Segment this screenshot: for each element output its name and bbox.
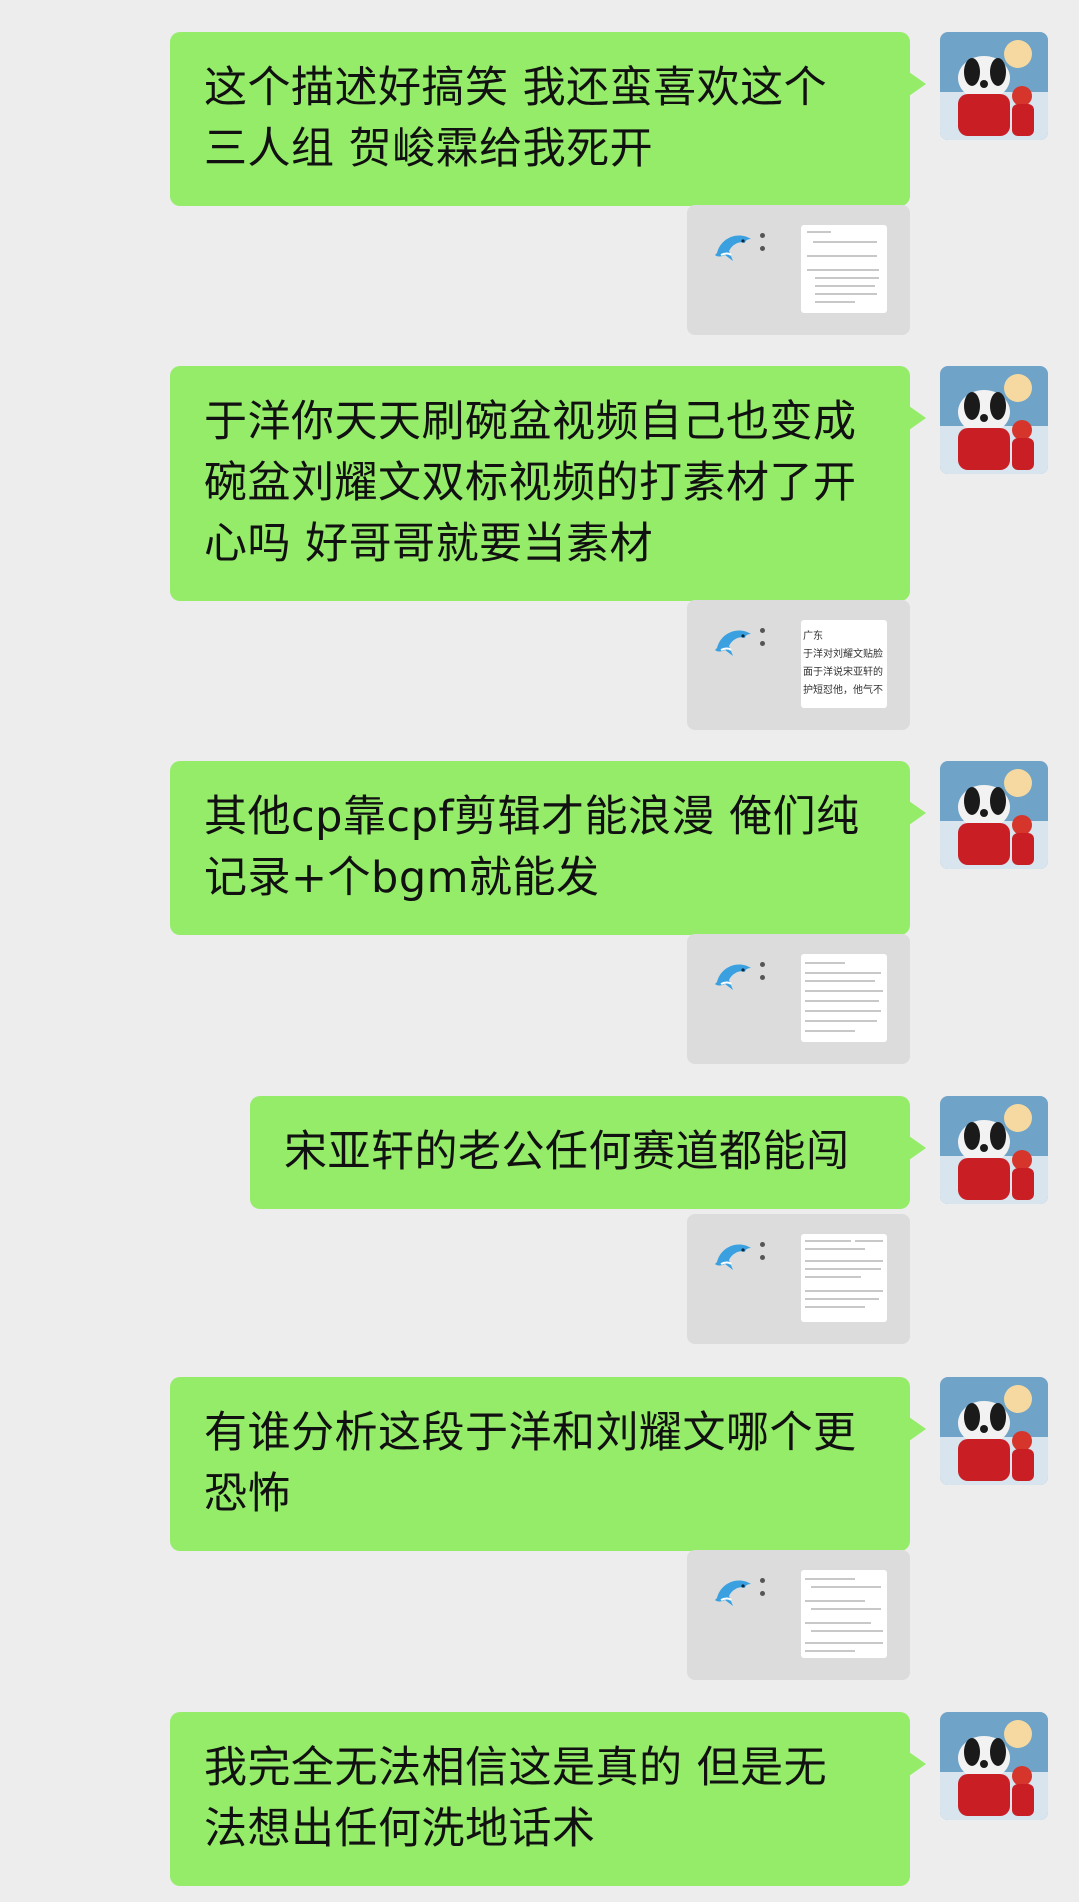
message-bubble[interactable]: 这个描述好搞笑 我还蛮喜欢这个 三人组 贺峻霖给我死开 bbox=[170, 32, 926, 206]
more-dots-icon bbox=[760, 962, 766, 990]
image-card[interactable]: 广东 于洋对刘耀文贴脸 面于洋说宋亚轩的 护短怼他，他气不 bbox=[687, 600, 910, 730]
message-bubble[interactable]: 宋亚轩的老公任何赛道都能闯 bbox=[250, 1096, 926, 1209]
more-dots-icon bbox=[760, 233, 766, 261]
thumbnail-text: 于洋对刘耀文贴脸 bbox=[803, 649, 883, 660]
avatar[interactable] bbox=[940, 761, 1048, 869]
avatar[interactable] bbox=[940, 32, 1048, 140]
avatar[interactable] bbox=[940, 366, 1048, 474]
dolphin-icon bbox=[715, 235, 751, 261]
chat-view: 这个描述好搞笑 我还蛮喜欢这个 三人组 贺峻霖给我死开 于洋你天天刷碗盆视频自己… bbox=[0, 0, 1079, 1902]
avatar[interactable] bbox=[940, 1096, 1048, 1204]
dolphin-icon bbox=[715, 1580, 751, 1606]
message-line: 碗盆刘耀文双标视频的打素材了开 bbox=[204, 458, 857, 508]
dolphin-icon bbox=[715, 630, 751, 656]
message-line: 其他cp靠cpf剪辑才能浪漫 俺们纯 bbox=[204, 792, 860, 842]
dolphin-icon bbox=[715, 1244, 751, 1270]
message-line: 这个描述好搞笑 我还蛮喜欢这个 bbox=[204, 63, 828, 113]
message-line: 心吗 好哥哥就要当素材 bbox=[204, 519, 654, 569]
image-thumbnail[interactable]: 广东 于洋对刘耀文贴脸 面于洋说宋亚轩的 护短怼他，他气不 bbox=[801, 620, 887, 708]
thumbnail-text: 面于洋说宋亚轩的 bbox=[803, 667, 883, 678]
message-bubble[interactable]: 其他cp靠cpf剪辑才能浪漫 俺们纯 记录+个bgm就能发 bbox=[170, 761, 926, 935]
more-dots-icon bbox=[760, 1578, 766, 1606]
message-bubble[interactable]: 有谁分析这段于洋和刘耀文哪个更 恐怖 bbox=[170, 1377, 926, 1551]
image-card[interactable] bbox=[687, 1214, 910, 1344]
message-line: 记录+个bgm就能发 bbox=[204, 853, 600, 903]
image-thumbnail[interactable] bbox=[801, 225, 887, 313]
message-line: 有谁分析这段于洋和刘耀文哪个更 bbox=[204, 1408, 857, 1458]
image-card[interactable] bbox=[687, 934, 910, 1064]
image-card[interactable] bbox=[687, 205, 910, 335]
avatar[interactable] bbox=[940, 1712, 1048, 1820]
image-thumbnail[interactable] bbox=[801, 1570, 887, 1658]
message-line: 于洋你天天刷碗盆视频自己也变成 bbox=[204, 397, 857, 447]
message-bubble[interactable]: 于洋你天天刷碗盆视频自己也变成 碗盆刘耀文双标视频的打素材了开 心吗 好哥哥就要… bbox=[170, 366, 926, 601]
thumbnail-text: 广东 bbox=[803, 631, 823, 642]
more-dots-icon bbox=[760, 628, 766, 656]
message-line: 恐怖 bbox=[204, 1469, 291, 1519]
dolphin-icon bbox=[715, 964, 751, 990]
image-thumbnail[interactable] bbox=[801, 1234, 887, 1322]
message-bubble[interactable]: 我完全无法相信这是真的 但是无 法想出任何洗地话术 bbox=[170, 1712, 926, 1886]
thumbnail-text: 护短怼他，他气不 bbox=[803, 685, 883, 696]
image-card[interactable] bbox=[687, 1550, 910, 1680]
avatar[interactable] bbox=[940, 1377, 1048, 1485]
more-dots-icon bbox=[760, 1242, 766, 1270]
message-line: 宋亚轩的老公任何赛道都能闯 bbox=[284, 1127, 850, 1177]
message-line: 我完全无法相信这是真的 但是无 bbox=[204, 1743, 828, 1793]
message-line: 三人组 贺峻霖给我死开 bbox=[204, 124, 654, 174]
image-thumbnail[interactable] bbox=[801, 954, 887, 1042]
message-line: 法想出任何洗地话术 bbox=[204, 1804, 596, 1854]
